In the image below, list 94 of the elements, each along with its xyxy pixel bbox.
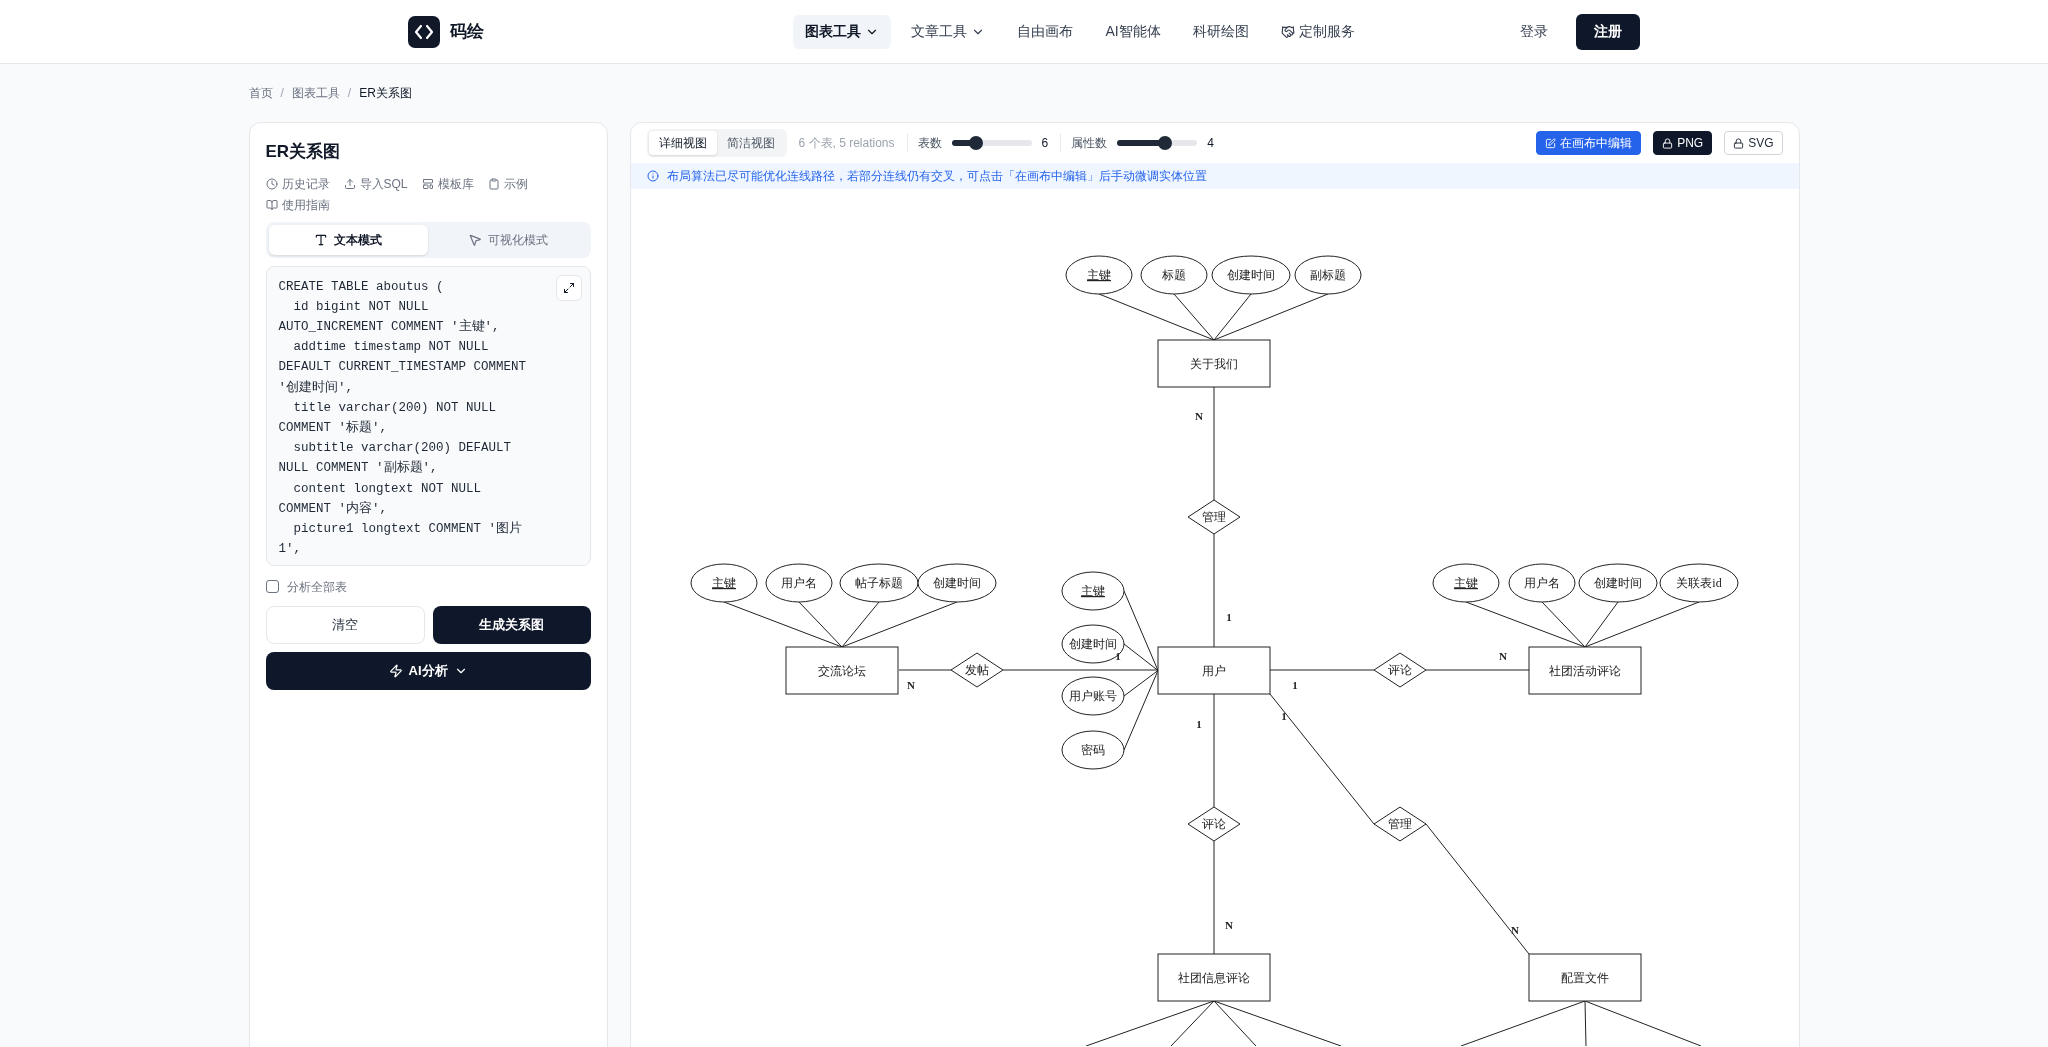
lock-icon [1733, 137, 1745, 149]
attribute-node: 用户名 [1508, 563, 1575, 603]
mode-icon [467, 232, 482, 247]
slider-label: 表数 [917, 135, 942, 152]
export-button[interactable]: SVG [1724, 131, 1783, 155]
info-text: 布局算法已尽可能优化连线路径，若部分连线仍有交叉，可点击「在画布中编辑」后手动微调实体位置 [666, 168, 1207, 185]
view-tab[interactable]: 简洁视图 [716, 131, 785, 155]
attribute-node: 创建时间 [1578, 563, 1657, 603]
cardinality-label: 1 [1195, 718, 1202, 730]
cardinality-label: N [1194, 410, 1203, 422]
entity-node: 配置文件 [1528, 953, 1641, 1002]
slider-thumb[interactable] [1158, 136, 1173, 150]
panel-title: ER关系图 [265, 141, 342, 163]
export-button[interactable]: 在画布中编辑 [1536, 131, 1642, 155]
relationship-node: 管理 [1187, 499, 1240, 535]
breadcrumb-separator: / [347, 85, 352, 102]
expand-button[interactable] [555, 274, 582, 301]
cardinality-label: N [1224, 919, 1233, 931]
toolbar-link[interactable]: 使用指南 [265, 195, 330, 214]
attribute-node: 帖子标题 [839, 563, 918, 603]
nav-link[interactable]: 科研绘图 [1180, 14, 1261, 49]
cardinality-label: 1 [1291, 679, 1298, 691]
mode-tab[interactable]: 可视化模式 [428, 224, 588, 255]
logo-icon[interactable] [408, 15, 440, 48]
nav-link[interactable]: 图表工具 [793, 14, 892, 49]
cardinality-label: N [906, 679, 915, 691]
toolbar-link[interactable]: 模板库 [421, 174, 474, 193]
breadcrumb-item: ER关系图 [359, 85, 412, 102]
connector-line [898, 669, 951, 671]
ai-analysis-button[interactable]: AI分析 [265, 651, 591, 690]
lightning-icon [388, 663, 403, 678]
attribute-node: 主键 [1065, 255, 1132, 295]
login-link[interactable]: 登录 [1512, 21, 1556, 42]
handshake-icon [1280, 24, 1295, 39]
generate-button[interactable]: 生成关系图 [433, 605, 591, 644]
info-icon [646, 170, 659, 182]
relationship-node: 发帖 [950, 652, 1003, 688]
attribute-node: 主键 [1061, 571, 1124, 611]
attribute-node: 主键 [1432, 563, 1499, 603]
toolbar-link[interactable]: 示例 [487, 174, 528, 193]
entity-node: 关于我们 [1157, 339, 1270, 388]
attribute-node: 用户账号 [1061, 676, 1124, 716]
entity-node: 交流论坛 [785, 646, 898, 695]
cardinality-label: 1 [1225, 611, 1232, 623]
link-icon [421, 177, 434, 190]
link-icon [487, 177, 500, 190]
mode-tab[interactable]: 文本模式 [268, 224, 428, 255]
register-button[interactable]: 注册 [1576, 13, 1640, 50]
cardinality-label: N [1498, 650, 1507, 662]
nav-link[interactable]: 文章工具 [899, 14, 998, 49]
edit-icon [1545, 137, 1557, 149]
checkbox-label: 分析全部表 [286, 578, 347, 596]
expand-icon [562, 281, 575, 294]
entity-node: 用户 [1157, 646, 1270, 695]
export-button[interactable]: PNG [1653, 131, 1713, 155]
attribute-node: 主键 [690, 563, 757, 603]
breadcrumb-item[interactable]: 首页 [248, 84, 273, 102]
slider-value: 6 [1041, 135, 1049, 152]
breadcrumb-item[interactable]: 图表工具 [291, 84, 340, 102]
cardinality-label: 1 [1280, 710, 1287, 722]
mode-icon [314, 232, 329, 247]
nav-link[interactable]: 定制服务 [1268, 14, 1367, 49]
table-summary: 6 个表, 5 relations [798, 135, 895, 152]
link-icon [265, 198, 278, 211]
attribute-node: 创建时间 [917, 563, 996, 603]
attribute-node: 标题 [1140, 255, 1207, 295]
relationship-node: 管理 [1373, 806, 1426, 842]
slider-thumb[interactable] [968, 136, 983, 150]
breadcrumb-separator: / [280, 85, 284, 102]
attribute-node: 关联表id [1659, 563, 1738, 603]
entity-node: 社团信息评论 [1157, 953, 1270, 1002]
link-icon [343, 177, 356, 190]
relationship-node: 评论 [1373, 652, 1426, 688]
nav-link[interactable]: 自由画布 [1005, 14, 1086, 49]
slider-value: 4 [1207, 135, 1214, 152]
attribute-node: 用户名 [765, 563, 832, 603]
toolbar-link[interactable]: 历史记录 [265, 174, 330, 193]
relationship-node: 评论 [1187, 806, 1240, 842]
brand-name: 码绘 [450, 20, 484, 43]
attribute-node: 密码 [1061, 730, 1124, 770]
sql-code: CREATE TABLE aboutus ( id bigint NOT NULL AUTO_INCREMENT COMMENT '主键', addtime timestamp NOT NULL DEFAULT CURRENT_TIMESTAMP COMMENT '创建时间', title varchar(200) NOT NULL COMMENT '标题', subtitle varchar(200) DEFAULT NULL COMMENT '副标题', content longtext NOT NULL COMMENT '内容', picture1 longtext COMMENT '图片1', [278, 278, 528, 559]
slider-label: 属性数 [1071, 135, 1108, 152]
view-tab[interactable]: 详细视图 [648, 131, 717, 155]
clear-button[interactable]: 清空 [265, 605, 425, 644]
cardinality-label: N [1510, 924, 1519, 936]
attribute-node: 创建时间 [1211, 255, 1290, 295]
attribute-node: 副标题 [1294, 255, 1361, 295]
nav-link[interactable]: AI智能体 [1093, 14, 1173, 49]
toolbar-link[interactable]: 导入SQL [343, 174, 408, 193]
lock-icon [1662, 137, 1674, 149]
checkbox[interactable] [265, 580, 279, 593]
link-icon [265, 177, 278, 190]
sql-editor[interactable] [265, 265, 591, 566]
entity-node: 社团活动评论 [1528, 646, 1641, 695]
